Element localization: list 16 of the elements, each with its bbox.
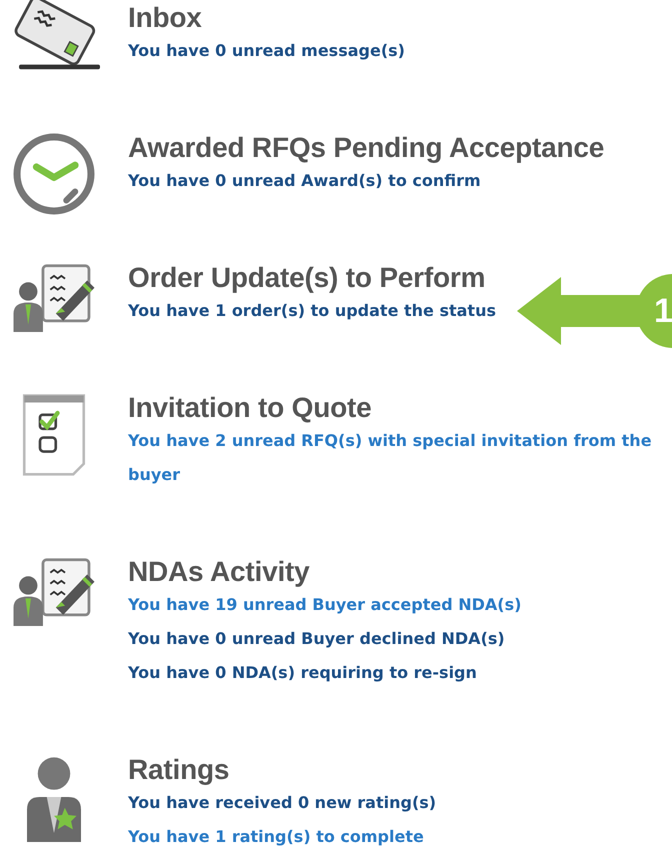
section-title: Order Update(s) to Perform: [128, 262, 486, 294]
status-link[interactable]: You have 0 unread Buyer declined NDA(s): [128, 622, 505, 656]
status-link[interactable]: You have 2 unread RFQ(s) with special invitation from the buyer: [128, 424, 672, 492]
section-title: Ratings: [128, 754, 230, 786]
section-title: Inbox: [128, 2, 202, 34]
status-link[interactable]: You have 1 rating(s) to complete: [128, 820, 424, 854]
status-link[interactable]: You have 0 unread message(s): [128, 34, 405, 68]
status-link[interactable]: You have received 0 new rating(s): [128, 786, 436, 820]
status-link[interactable]: You have 0 unread Award(s) to confirm: [128, 164, 481, 198]
status-link[interactable]: You have 19 unread Buyer accepted NDA(s): [128, 588, 522, 622]
callout-number: 1: [654, 291, 672, 331]
status-link[interactable]: You have 0 NDA(s) requiring to re-sign: [128, 656, 477, 690]
section-title: NDAs Activity: [128, 556, 310, 588]
section-title: Awarded RFQs Pending Acceptance: [128, 132, 604, 164]
status-link[interactable]: You have 1 order(s) to update the status: [128, 294, 496, 328]
section-title: Invitation to Quote: [128, 392, 372, 424]
